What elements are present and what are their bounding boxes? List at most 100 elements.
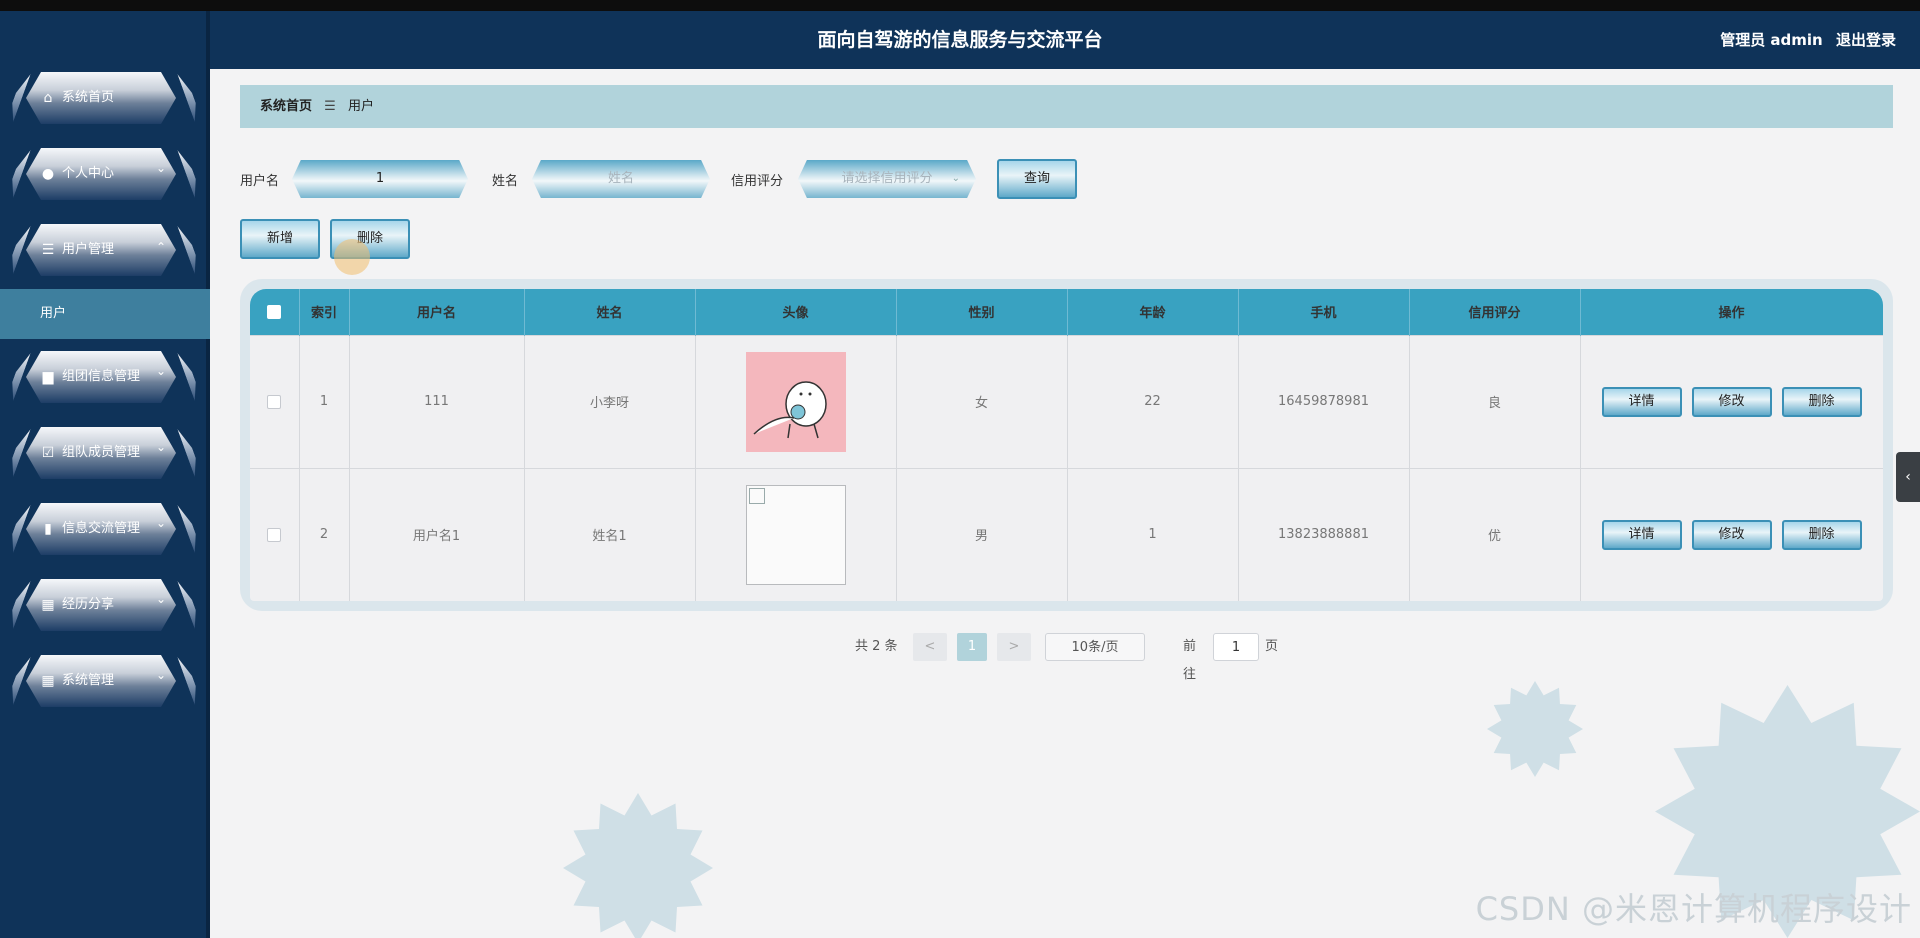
col-header-name: 姓名	[524, 289, 696, 335]
sidebar-item-label: 个人中心	[62, 166, 115, 181]
sidebar: ⌂ 系统首页 ● 个人中心 ⌄ ☰ 用户管理 ⌃ 用户 ▆ 组团信息管理 ⌄ ☑…	[0, 11, 210, 938]
breadcrumb-separator: ☰	[324, 99, 336, 114]
sidebar-item-home[interactable]: ⌂ 系统首页	[14, 70, 194, 126]
sidebar-item-label: 系统首页	[62, 90, 115, 105]
cell-phone: 16459878981	[1238, 334, 1410, 468]
row-checkbox[interactable]	[267, 394, 282, 409]
cell-age: 1	[1067, 467, 1239, 601]
sidebar-item-user-management[interactable]: ☰ 用户管理 ⌃	[14, 222, 194, 278]
sidebar-subitem-user[interactable]: 用户	[0, 289, 210, 339]
sidebar-item-label: 经历分享	[62, 597, 115, 612]
cell-phone: 13823888881	[1238, 467, 1410, 601]
chevron-down-icon: ⌄	[155, 516, 166, 530]
top-strip	[0, 0, 1920, 11]
prev-page-button[interactable]: <	[913, 633, 947, 661]
name-label: 姓名	[492, 174, 519, 189]
decor-star-1	[563, 793, 713, 938]
sidebar-item-system-management[interactable]: ▦ 系统管理 ⌄	[14, 653, 194, 709]
user-label: 管理员 admin	[1720, 31, 1823, 49]
name-input[interactable]: 姓名	[532, 160, 710, 198]
cell-avatar	[695, 334, 897, 468]
add-button[interactable]: 新增	[240, 219, 320, 259]
next-page-button[interactable]: >	[997, 633, 1031, 661]
cell-credit: 优	[1409, 467, 1581, 601]
avatar-image[interactable]	[745, 351, 846, 452]
cell-username: 用户名1	[349, 467, 525, 601]
breadcrumb-current: 用户	[347, 99, 374, 114]
cell-name: 小李呀	[524, 334, 696, 468]
chevron-down-icon: ⌄	[155, 668, 166, 682]
edit-button[interactable]: 修改	[1691, 386, 1772, 417]
page-size-select[interactable]: 10条/页	[1045, 633, 1145, 661]
table-row: 2 用户名1 姓名1 男 1 13823888881 优 详情 修改 删除	[250, 467, 1883, 601]
cell-actions: 详情 修改 删除	[1580, 467, 1883, 601]
goto-label: 前往	[1183, 639, 1197, 682]
row-delete-button[interactable]: 删除	[1781, 386, 1862, 417]
row-checkbox[interactable]	[267, 527, 282, 542]
col-header-username: 用户名	[349, 289, 525, 335]
logout-link[interactable]: 退出登录	[1836, 31, 1896, 49]
grid-icon: ▦	[41, 673, 55, 689]
chevron-up-icon: ⌃	[155, 240, 166, 254]
detail-button[interactable]: 详情	[1601, 519, 1682, 550]
table-header-row: 索引 用户名 姓名 头像 性别 年龄 手机 信用评分 操作	[250, 289, 1883, 335]
data-table: 索引 用户名 姓名 头像 性别 年龄 手机 信用评分 操作 1 111 小李呀	[250, 289, 1883, 601]
sidebar-item-group-info[interactable]: ▆ 组团信息管理 ⌄	[14, 349, 194, 405]
chevron-down-icon: ⌄	[155, 161, 166, 175]
col-header-index: 索引	[299, 289, 350, 335]
pager-total: 共 2 条	[855, 639, 898, 654]
sidebar-edge	[206, 11, 210, 938]
chevron-left-icon: ‹	[1905, 469, 1911, 485]
select-all-cell	[250, 289, 300, 335]
mouse-cursor-highlight	[334, 239, 370, 275]
printer-icon: ▆	[42, 369, 54, 385]
cat-illustration	[752, 380, 827, 438]
col-header-phone: 手机	[1238, 289, 1410, 335]
decor-star-2	[1487, 681, 1583, 777]
col-header-actions: 操作	[1580, 289, 1883, 335]
col-header-credit: 信用评分	[1409, 289, 1581, 335]
chevron-down-icon: ⌄	[155, 364, 166, 378]
sidebar-item-info-exchange[interactable]: ▮ 信息交流管理 ⌄	[14, 501, 194, 557]
chevron-down-icon: ⌄	[155, 440, 166, 454]
search-form: 用户名 1 姓名 姓名 信用评分 请选择信用评分 ⌄ 查询	[240, 158, 1140, 200]
user-icon: ●	[41, 166, 55, 182]
cell-age: 22	[1067, 334, 1239, 468]
col-header-avatar: 头像	[695, 289, 897, 335]
sidebar-item-label: 信息交流管理	[62, 521, 141, 536]
collapse-panel-toggle[interactable]: ‹	[1896, 452, 1920, 502]
home-icon: ⌂	[43, 90, 53, 106]
clipboard-icon: ☑	[41, 445, 55, 461]
cell-actions: 详情 修改 删除	[1580, 334, 1883, 468]
sidebar-item-personal[interactable]: ● 个人中心 ⌄	[14, 146, 194, 202]
chevron-down-icon: ⌄	[951, 173, 960, 184]
user-area: 管理员 admin 退出登录	[1712, 11, 1896, 69]
sidebar-item-label: 组团信息管理	[62, 369, 141, 384]
cell-gender: 男	[896, 467, 1068, 601]
app-title: 面向自驾游的信息服务与交流平台	[817, 29, 1103, 51]
cell-avatar	[695, 467, 897, 601]
cell-name: 姓名1	[524, 467, 696, 601]
cell-index: 2	[299, 467, 350, 601]
sidebar-item-label: 组队成员管理	[62, 445, 141, 460]
grid-icon: ▦	[41, 597, 55, 613]
goto-page-input[interactable]: 1	[1213, 633, 1259, 661]
select-all-checkbox[interactable]	[267, 304, 282, 319]
query-button[interactable]: 查询	[997, 159, 1077, 199]
credit-select[interactable]: 请选择信用评分 ⌄	[798, 160, 976, 198]
sidebar-item-experience-share[interactable]: ▦ 经历分享 ⌄	[14, 577, 194, 633]
col-header-gender: 性别	[896, 289, 1068, 335]
table-container: 索引 用户名 姓名 头像 性别 年龄 手机 信用评分 操作 1 111 小李呀	[240, 279, 1893, 611]
cell-index: 1	[299, 334, 350, 468]
detail-button[interactable]: 详情	[1601, 386, 1682, 417]
broken-image-icon[interactable]	[745, 484, 846, 585]
credit-label: 信用评分	[731, 174, 784, 189]
edit-button[interactable]: 修改	[1691, 519, 1772, 550]
username-input[interactable]: 1	[292, 160, 468, 198]
breadcrumb-home[interactable]: 系统首页	[260, 99, 312, 114]
row-delete-button[interactable]: 删除	[1781, 519, 1862, 550]
sidebar-item-label: 用户管理	[62, 242, 115, 257]
list-icon: ☰	[41, 242, 55, 258]
page-1-button[interactable]: 1	[957, 633, 987, 661]
sidebar-item-team-members[interactable]: ☑ 组队成员管理 ⌄	[14, 425, 194, 481]
